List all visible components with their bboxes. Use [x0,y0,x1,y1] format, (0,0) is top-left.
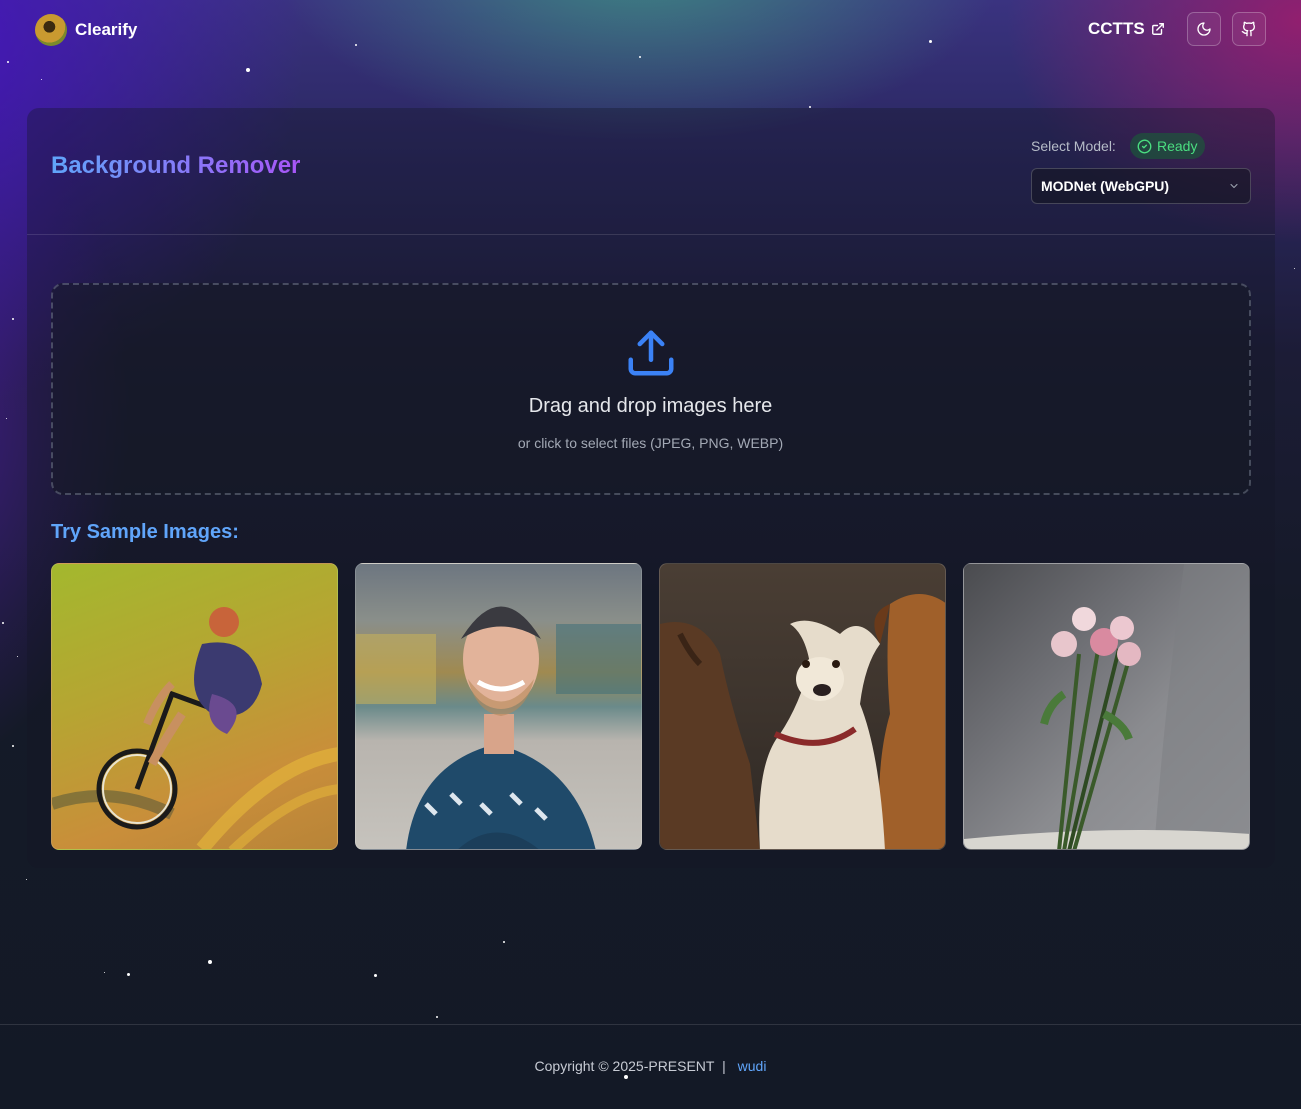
moon-icon [1197,22,1211,36]
brand[interactable]: Clearify [35,14,137,46]
status-badge: Ready [1130,133,1206,159]
ccts-external-link[interactable]: CCTTS [1088,19,1165,39]
dropzone-subtitle: or click to select files (JPEG, PNG, WEB… [517,435,784,451]
top-header: Clearify CCTTS [0,0,1301,62]
upload-icon [628,330,674,376]
man-photo [356,606,641,849]
dropzone-title: Drag and drop images here [528,395,773,417]
sample-image-roses[interactable] [963,563,1250,850]
model-select-value: MODNet (WebGPU) [1041,178,1170,194]
github-icon [1241,21,1256,37]
footer-copyright: Copyright © 2025-PRESENT [534,1058,715,1074]
sample-image-cyclist[interactable] [51,563,338,850]
model-select[interactable]: MODNet (WebGPU) [1031,168,1251,204]
brand-logo [35,14,67,46]
chevron-down-icon [1230,183,1238,189]
status-label: Ready [1157,138,1198,154]
cyclist-illustration [52,607,337,849]
brand-name: Clearify [75,20,138,39]
card-divider [27,234,1275,235]
samples-heading: Try Sample Images: [51,521,239,543]
github-button[interactable] [1232,12,1266,46]
dogs-photo [660,594,945,849]
footer-separator: | [722,1058,726,1074]
footer-divider [0,1024,1301,1025]
footer-author-link[interactable]: wudi [738,1058,767,1074]
check-circle-icon [1137,139,1152,153]
page-title: Background Remover [51,152,301,179]
sample-image-dogs[interactable] [659,563,946,850]
sample-image-man[interactable] [355,563,642,850]
external-link-icon [1151,23,1164,35]
roses-photo [964,564,1249,849]
model-select-label: Select Model: [1031,138,1116,154]
theme-toggle-button[interactable] [1187,12,1221,46]
ccts-link-label: CCTTS [1088,19,1145,38]
image-dropzone[interactable] [51,283,1251,495]
footer: Copyright © 2025-PRESENT | wudi [0,1058,1301,1074]
